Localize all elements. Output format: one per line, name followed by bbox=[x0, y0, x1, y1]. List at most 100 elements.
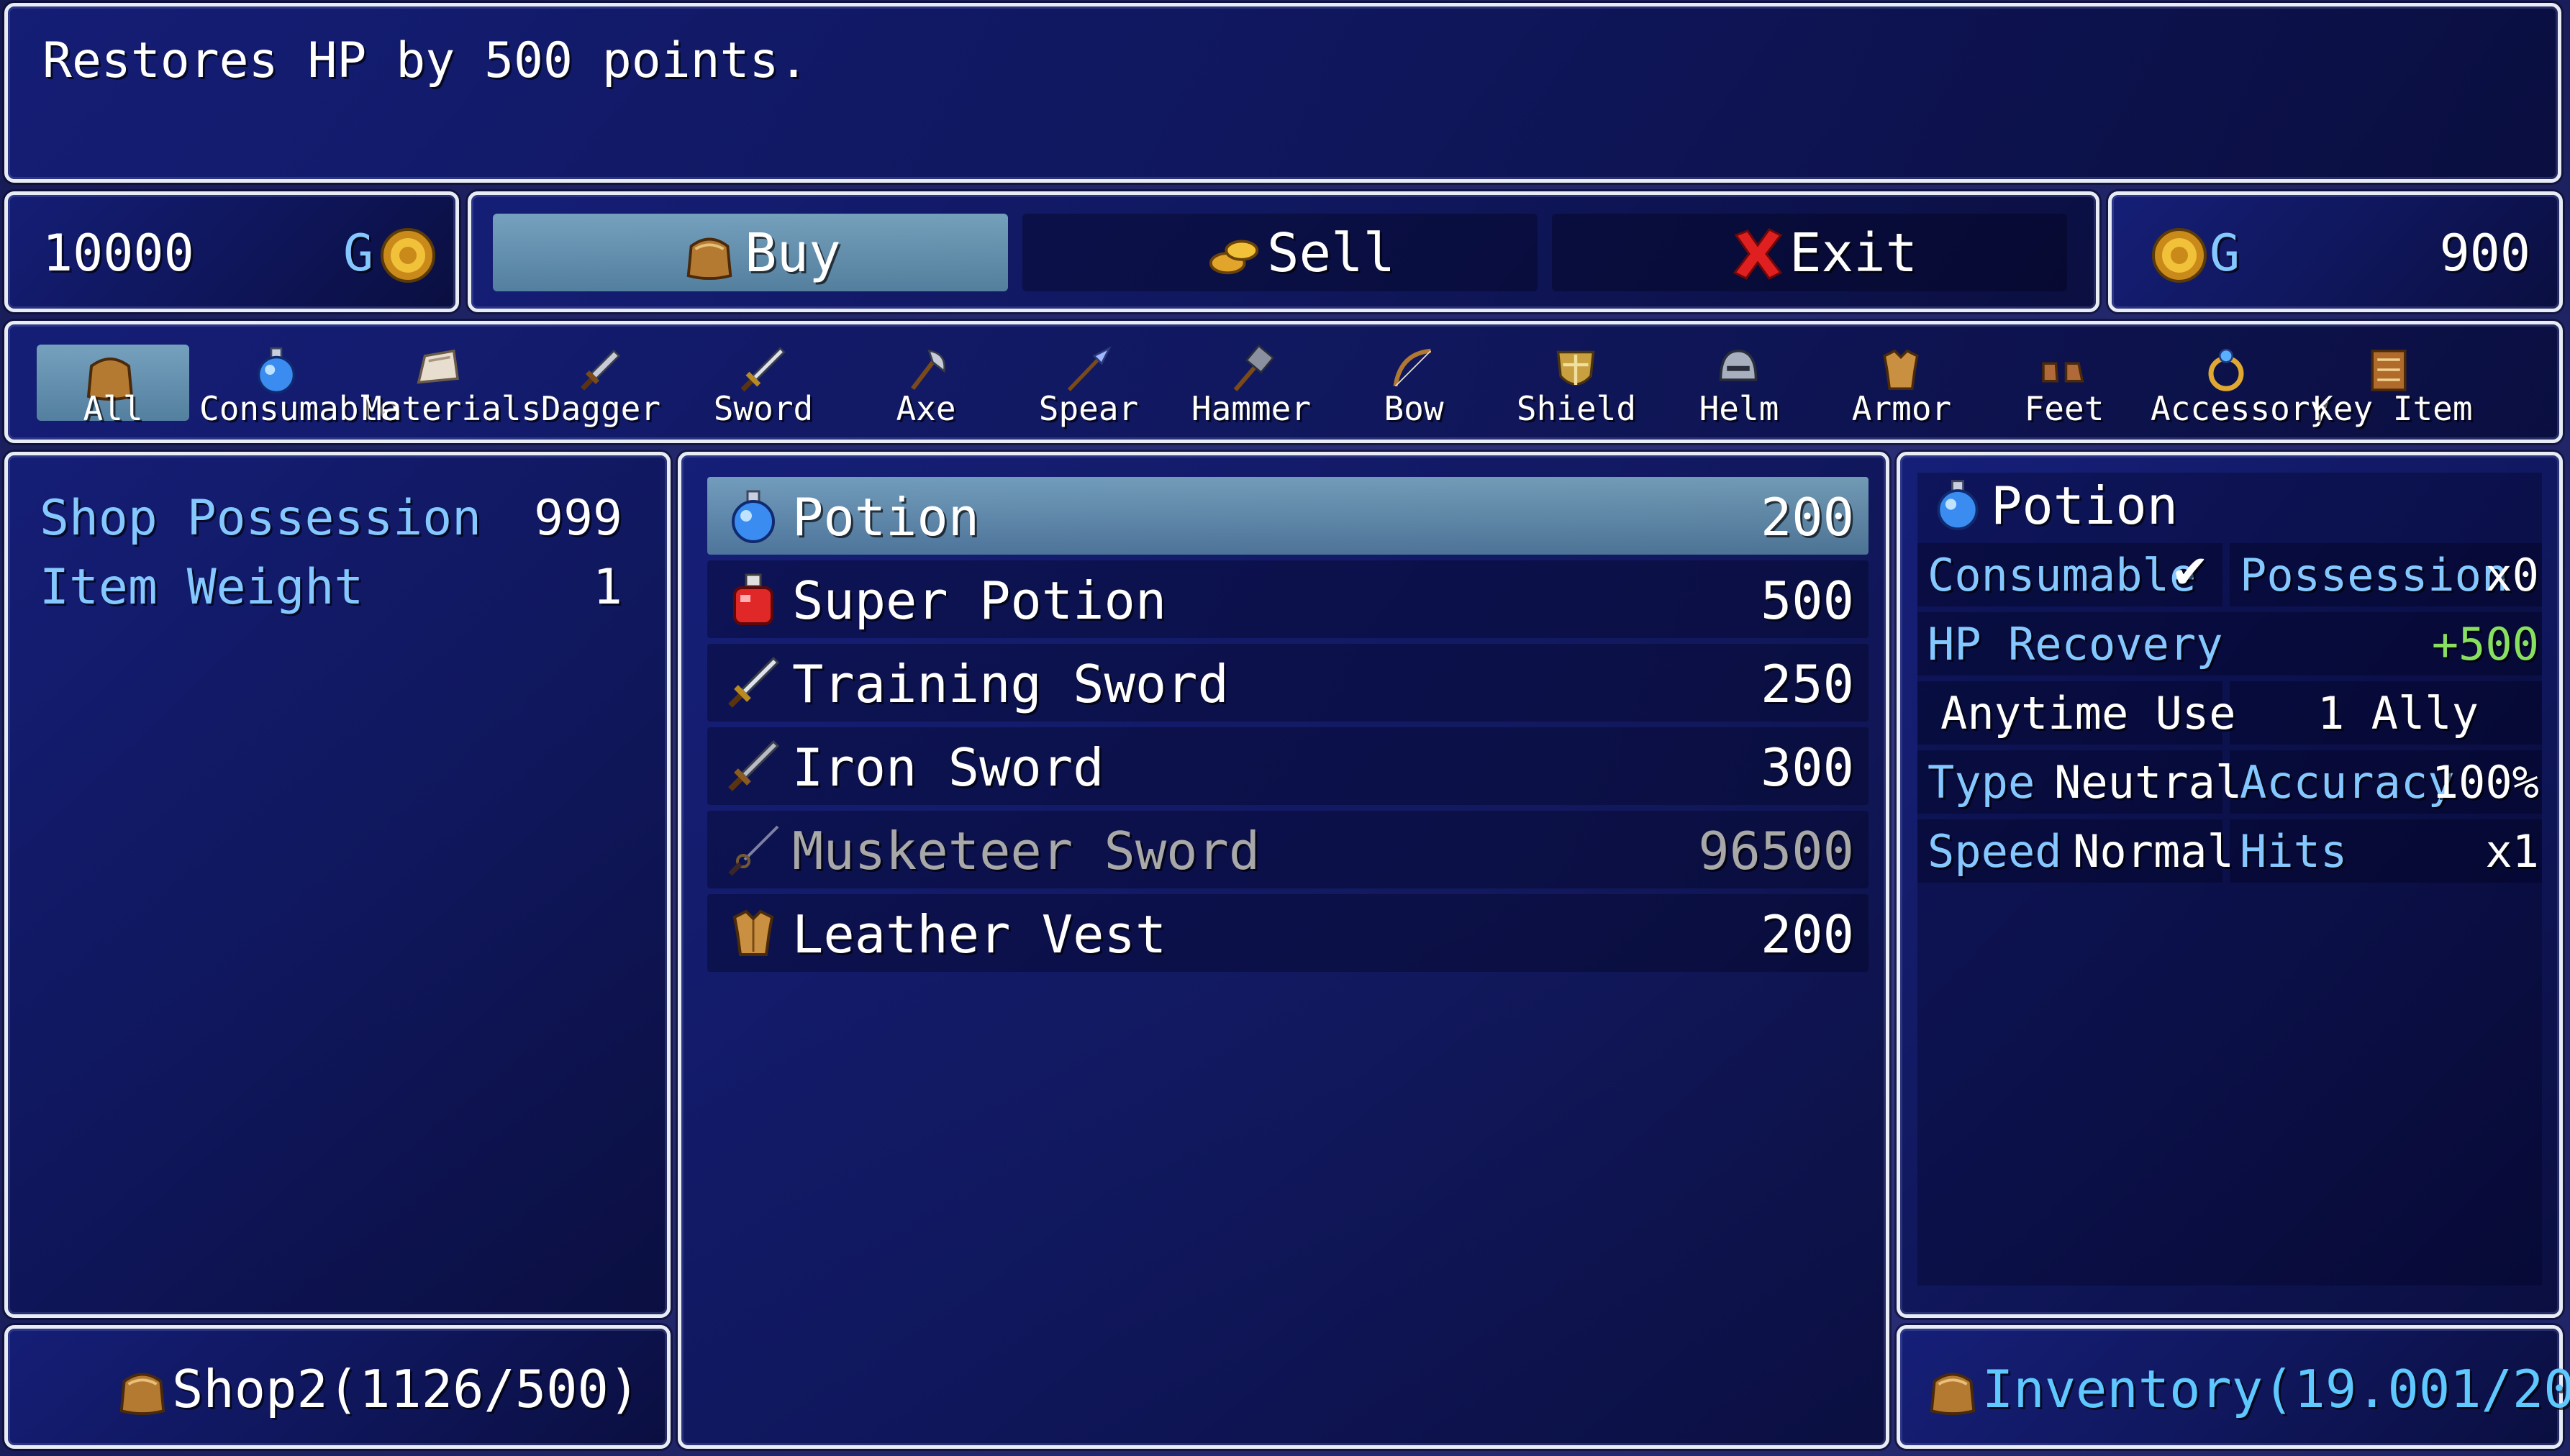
item-row[interactable]: Leather Vest 200 bbox=[707, 894, 1869, 972]
category-shield[interactable]: Shield bbox=[1500, 339, 1653, 432]
inventory-capacity-text: Inventory(19.001/20) bbox=[1982, 1359, 2570, 1419]
item-name: Musketeer Sword bbox=[792, 821, 1261, 881]
item-weight-value: 1 bbox=[593, 559, 622, 616]
consumable-label: Consumable bbox=[1928, 549, 2197, 601]
shop-gold-window: G 900 bbox=[2108, 191, 2563, 312]
rapier-icon bbox=[728, 825, 779, 876]
possession-label: Possession bbox=[2240, 549, 2509, 601]
item-name: Potion bbox=[792, 487, 980, 547]
detail-item-name: Potion bbox=[1991, 476, 2179, 536]
category-accessory[interactable]: Accessory bbox=[2151, 339, 2330, 432]
category-consumable-label: Consumable bbox=[199, 389, 399, 428]
help-text: Restores HP by 500 points. bbox=[42, 32, 809, 89]
shop-possession-value: 999 bbox=[534, 490, 622, 547]
category-feet[interactable]: Feet bbox=[1988, 339, 2140, 432]
category-dagger[interactable]: Dagger bbox=[525, 339, 677, 432]
category-key-item[interactable]: Key Item bbox=[2313, 339, 2473, 432]
category-hammer[interactable]: Hammer bbox=[1175, 339, 1327, 432]
speed-value: Normal bbox=[2073, 825, 2234, 878]
sell-button-label: Sell bbox=[1267, 222, 1396, 284]
player-gold-unit: G bbox=[343, 224, 374, 283]
item-row[interactable]: Super Potion 500 bbox=[707, 560, 1869, 638]
category-materials[interactable]: Materials bbox=[362, 339, 542, 432]
item-name: Leather Vest bbox=[792, 904, 1167, 965]
shop-gold-unit: G bbox=[2210, 224, 2240, 283]
category-armor[interactable]: Armor bbox=[1825, 339, 1978, 432]
category-bow-label: Bow bbox=[1384, 389, 1444, 428]
helm-icon bbox=[1719, 349, 1758, 381]
potion-icon bbox=[257, 347, 296, 394]
buy-button-label: Buy bbox=[745, 222, 841, 284]
command-window: Buy Sell Exit bbox=[468, 191, 2099, 312]
category-bow[interactable]: Bow bbox=[1338, 339, 1490, 432]
item-price: 250 bbox=[1760, 654, 1854, 714]
spear-icon bbox=[1067, 346, 1112, 391]
boots-icon bbox=[2042, 362, 2084, 383]
category-consumable[interactable]: Consumable bbox=[199, 339, 399, 432]
cloth-icon bbox=[417, 349, 459, 384]
hits-value: x1 bbox=[2485, 825, 2539, 878]
use-target: 1 Ally bbox=[2317, 687, 2479, 740]
key-item-icon bbox=[2371, 350, 2407, 391]
consumable-check-icon: ✔ bbox=[2171, 546, 2210, 599]
category-sword[interactable]: Sword bbox=[687, 339, 840, 432]
category-spear[interactable]: Spear bbox=[1012, 339, 1165, 432]
item-row[interactable]: Potion 200 bbox=[707, 477, 1869, 555]
hammer-icon bbox=[1233, 344, 1275, 391]
player-gold-window: 10000 G bbox=[4, 191, 459, 312]
category-dagger-label: Dagger bbox=[540, 389, 661, 428]
shop-gold-amount: 900 bbox=[2439, 224, 2530, 283]
inventory-capacity-window: Inventory(19.001/20) bbox=[1897, 1325, 2570, 1449]
shield-icon bbox=[1556, 350, 1595, 386]
buy-button[interactable]: Buy bbox=[493, 214, 1008, 291]
category-helm-label: Helm bbox=[1699, 389, 1779, 428]
axe-icon bbox=[911, 350, 945, 391]
category-armor-label: Armor bbox=[1851, 389, 1952, 428]
category-all-label: All bbox=[83, 389, 143, 428]
item-price: 96500 bbox=[1698, 821, 1854, 881]
armor-icon bbox=[732, 909, 774, 956]
accuracy-label: Accuracy bbox=[2240, 756, 2455, 809]
item-row[interactable]: Iron Sword 300 bbox=[707, 727, 1869, 805]
category-all[interactable]: All bbox=[37, 339, 189, 432]
use-occasion: Anytime Use bbox=[1940, 687, 2236, 740]
gold-coin-icon bbox=[2152, 228, 2207, 283]
category-accessory-label: Accessory bbox=[2151, 389, 2330, 428]
sword-icon bbox=[728, 740, 780, 791]
category-materials-label: Materials bbox=[362, 389, 542, 428]
bag-icon bbox=[119, 1373, 165, 1416]
item-price: 300 bbox=[1760, 737, 1854, 798]
gold-coin-icon bbox=[381, 228, 435, 283]
sword-icon bbox=[728, 656, 780, 708]
item-row[interactable]: Training Sword 250 bbox=[707, 644, 1869, 722]
hp-recovery-value: +500 bbox=[2431, 618, 2539, 670]
category-axe[interactable]: Axe bbox=[850, 339, 1002, 432]
category-hammer-label: Hammer bbox=[1191, 389, 1312, 428]
speed-label: Speed bbox=[1928, 825, 2062, 878]
potion-icon bbox=[732, 490, 775, 543]
item-name: Super Potion bbox=[792, 570, 1167, 631]
exit-button-label: Exit bbox=[1789, 222, 1918, 284]
exit-button[interactable]: Exit bbox=[1552, 214, 2067, 291]
red-x-icon bbox=[1733, 228, 1783, 280]
category-helm[interactable]: Helm bbox=[1663, 339, 1815, 432]
sell-button[interactable]: Sell bbox=[1022, 214, 1538, 291]
stats-window: Shop Possession 999 Item Weight 1 bbox=[4, 452, 671, 1318]
bag-icon bbox=[686, 237, 732, 281]
type-label: Type bbox=[1928, 756, 2035, 809]
coins-icon bbox=[1209, 240, 1259, 275]
accuracy-value: 100% bbox=[2431, 756, 2539, 809]
category-axe-label: Axe bbox=[896, 389, 956, 428]
potion-icon bbox=[1937, 480, 1979, 531]
dagger-icon bbox=[581, 349, 621, 391]
category-spear-label: Spear bbox=[1038, 389, 1139, 428]
category-feet-label: Feet bbox=[2024, 389, 2104, 428]
possession-value: x0 bbox=[2485, 549, 2539, 601]
armor-icon bbox=[1883, 349, 1919, 390]
red-potion-icon bbox=[733, 573, 773, 625]
type-value: Neutral bbox=[2054, 756, 2243, 809]
ring-icon bbox=[2208, 348, 2244, 391]
item-name: Iron Sword bbox=[792, 737, 1104, 798]
item-row[interactable]: Musketeer Sword 96500 bbox=[707, 811, 1869, 888]
help-window: Restores HP by 500 points. bbox=[4, 3, 2561, 183]
